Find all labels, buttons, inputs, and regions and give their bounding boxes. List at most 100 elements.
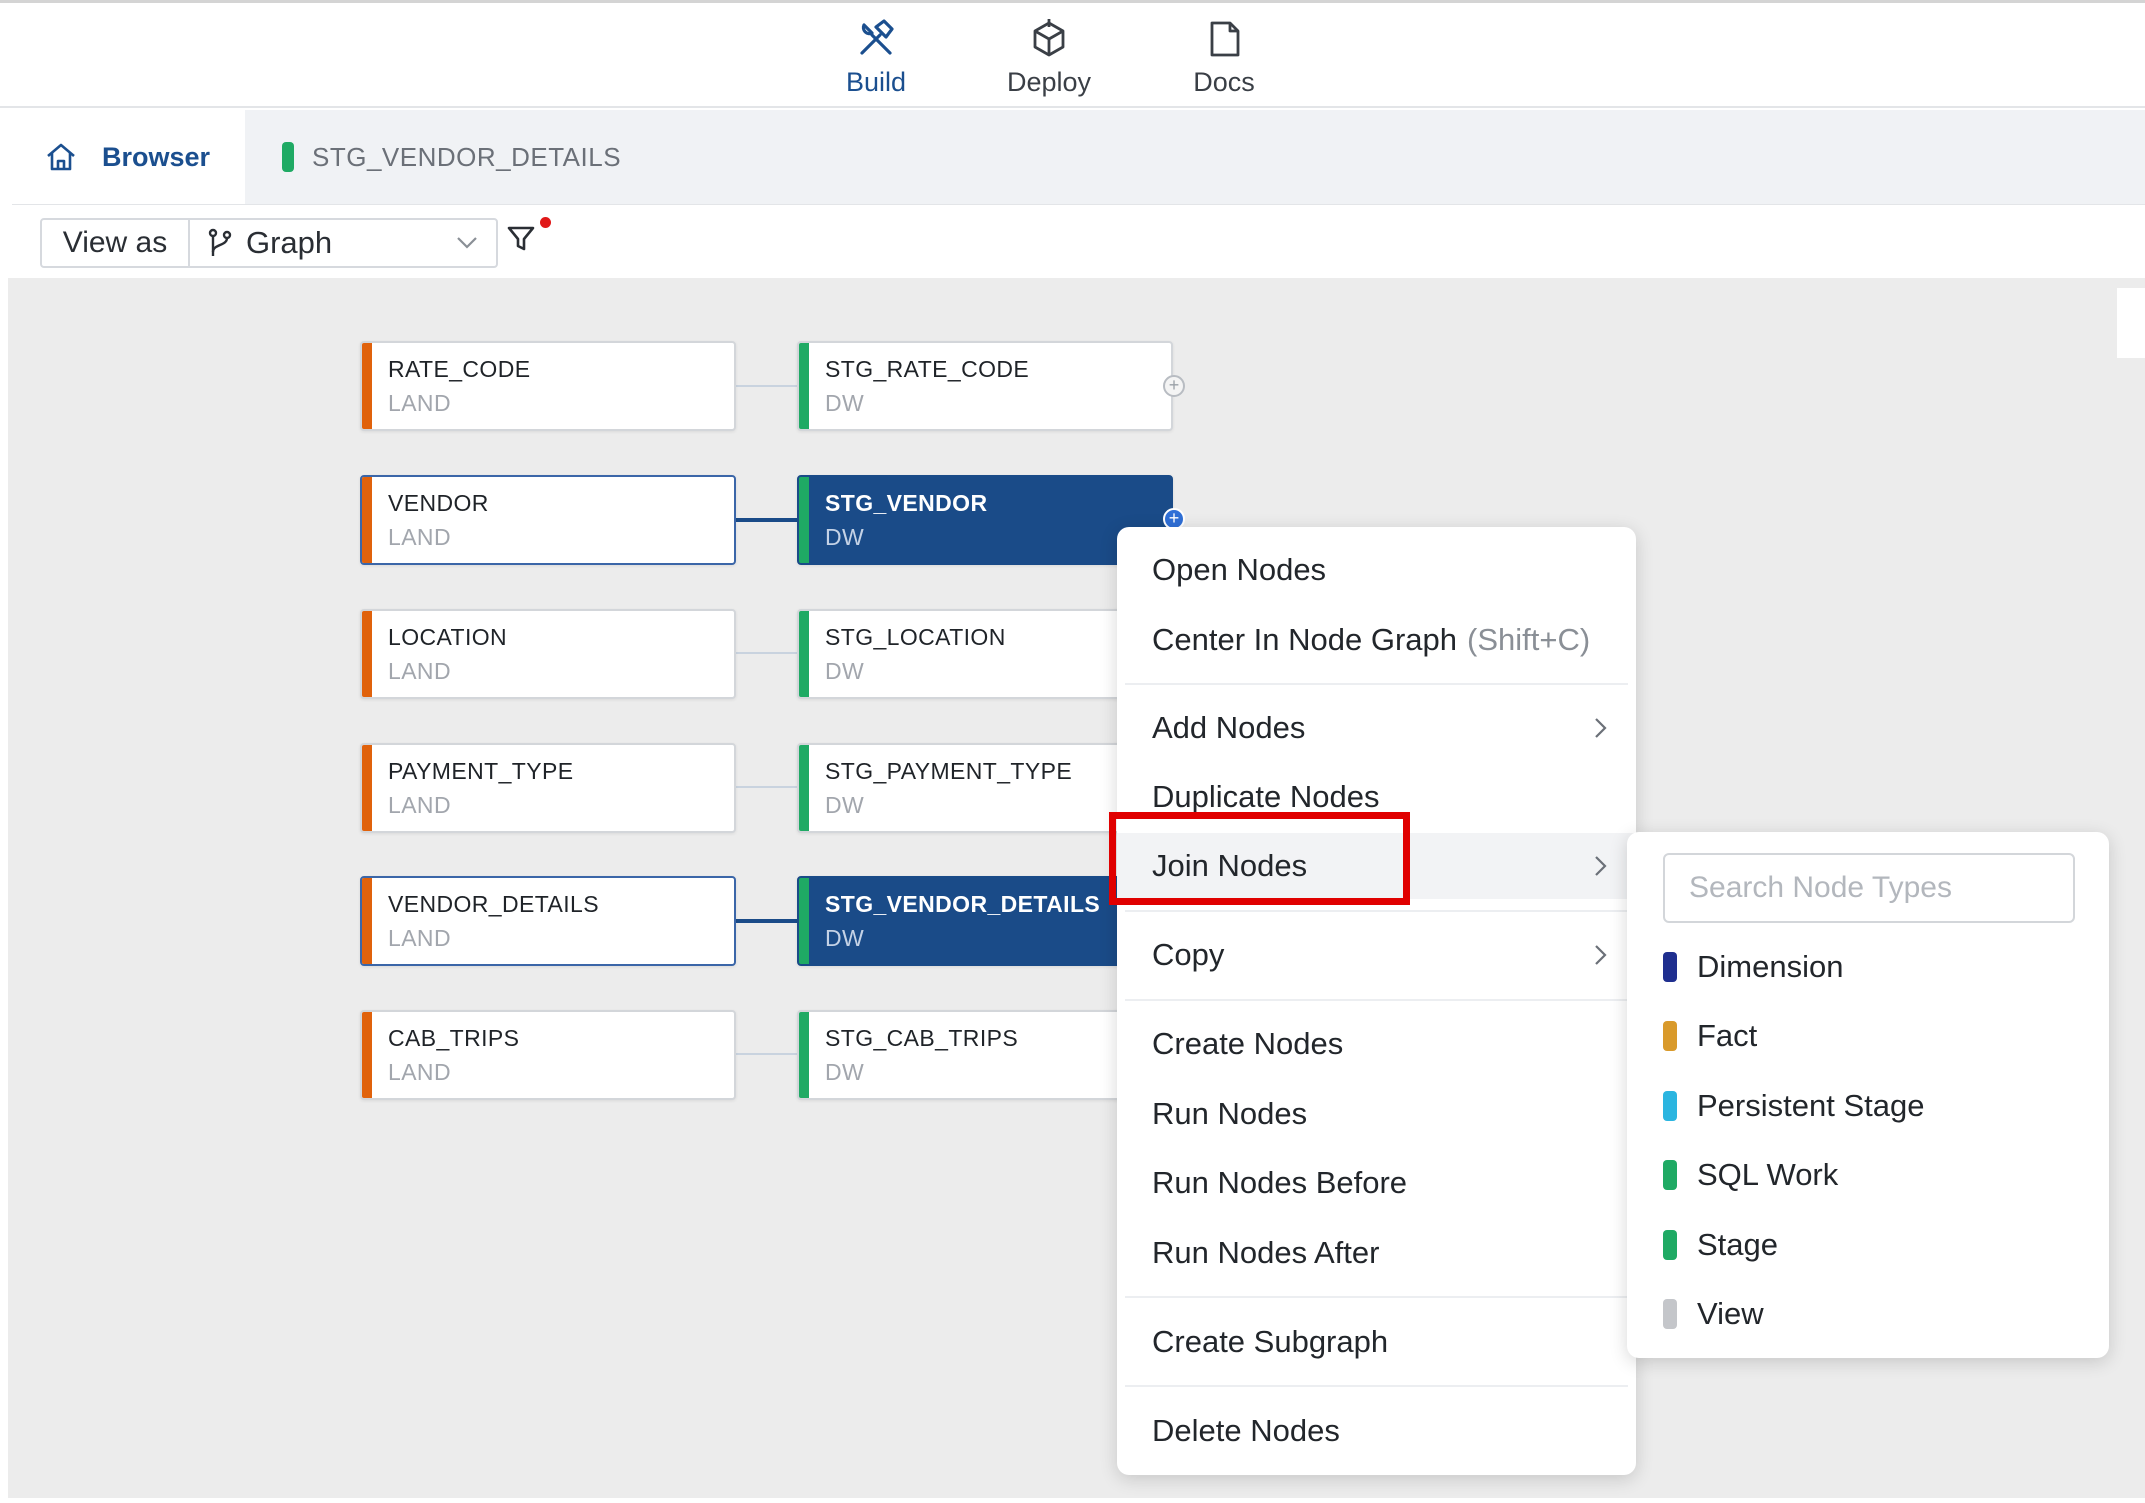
chevron-right-icon	[1595, 856, 1607, 876]
menu-create-nodes[interactable]: Create Nodes	[1117, 1011, 1636, 1077]
nav-deploy-label: Deploy	[1006, 67, 1092, 97]
node-name: PAYMENT_TYPE	[388, 758, 574, 784]
node-location[interactable]: LOCATION LAND	[360, 609, 736, 699]
chevron-right-icon	[1595, 718, 1607, 738]
nav-docs-label: Docs	[1193, 67, 1255, 97]
node-vendor[interactable]: VENDOR LAND	[360, 475, 736, 565]
menu-run-nodes-after[interactable]: Run Nodes After	[1117, 1220, 1636, 1286]
top-navigation: Build Deploy Docs	[0, 0, 2145, 108]
edge-cab-trips	[736, 1053, 798, 1055]
deploy-box-icon	[1033, 19, 1065, 57]
menu-create-subgraph-label: Create Subgraph	[1152, 1324, 1389, 1359]
node-color-bar	[362, 343, 372, 429]
node-type: LAND	[388, 792, 451, 818]
node-name: STG_CAB_TRIPS	[825, 1025, 1019, 1051]
chevron-down-icon	[457, 237, 477, 249]
node-vendor-details[interactable]: VENDOR_DETAILS LAND	[360, 876, 736, 966]
chevron-right-icon	[1595, 945, 1607, 965]
node-cab-trips[interactable]: CAB_TRIPS LAND	[360, 1010, 736, 1100]
node-type-stage[interactable]: Stage	[1627, 1213, 2109, 1277]
menu-separator	[1125, 1296, 1628, 1298]
menu-delete-nodes-label: Delete Nodes	[1152, 1413, 1340, 1448]
tab-browser[interactable]: Browser	[12, 110, 245, 204]
node-name: STG_LOCATION	[825, 624, 1006, 650]
node-type-dimension[interactable]: Dimension	[1627, 935, 2109, 999]
edge-vendor-details	[736, 919, 798, 923]
menu-run-nodes-before[interactable]: Run Nodes Before	[1117, 1150, 1636, 1216]
node-color-bar	[799, 343, 809, 429]
node-type: LAND	[388, 658, 451, 684]
edge-payment-type	[736, 786, 798, 788]
menu-run-nodes[interactable]: Run Nodes	[1117, 1081, 1636, 1147]
filter-icon	[507, 226, 535, 251]
node-type-fact[interactable]: Fact	[1627, 1004, 2109, 1068]
node-stg-rate-code[interactable]: STG_RATE_CODE DW	[797, 341, 1173, 431]
tab-node-label: STG_VENDOR_DETAILS	[312, 141, 622, 172]
node-color-bar	[362, 611, 372, 697]
node-type: DW	[825, 925, 865, 951]
fact-color-swatch	[1663, 1021, 1677, 1051]
menu-copy[interactable]: Copy	[1117, 922, 1636, 988]
node-type-view[interactable]: View	[1627, 1282, 2109, 1346]
node-name: VENDOR	[388, 490, 489, 516]
branch-icon	[208, 228, 232, 256]
node-type-sql-work[interactable]: SQL Work	[1627, 1143, 2109, 1207]
menu-create-nodes-label: Create Nodes	[1152, 1026, 1344, 1061]
menu-open-nodes-label: Open Nodes	[1152, 552, 1327, 587]
view-mode-select[interactable]: Graph	[190, 220, 496, 266]
node-name: STG_PAYMENT_TYPE	[825, 758, 1073, 784]
edge-vendor	[736, 518, 798, 522]
menu-run-nodes-after-label: Run Nodes After	[1152, 1235, 1380, 1270]
node-name: STG_VENDOR_DETAILS	[825, 891, 1101, 917]
menu-separator	[1125, 910, 1628, 912]
nav-docs[interactable]: Docs	[1154, 13, 1294, 103]
node-type: DW	[825, 792, 865, 818]
node-name: STG_RATE_CODE	[825, 356, 1030, 382]
join-nodes-submenu: Dimension Fact Persistent Stage SQL Work…	[1627, 832, 2109, 1358]
node-payment-type[interactable]: PAYMENT_TYPE LAND	[360, 743, 736, 833]
node-type: LAND	[388, 390, 451, 416]
search-node-types-input[interactable]	[1663, 853, 2075, 923]
stage-color-swatch	[1663, 1230, 1677, 1260]
menu-center-shortcut: (Shift+C)	[1467, 622, 1591, 657]
node-type: DW	[825, 1059, 865, 1085]
sql-work-color-swatch	[1663, 1160, 1677, 1190]
node-type-persistent-stage[interactable]: Persistent Stage	[1627, 1074, 2109, 1138]
node-name: CAB_TRIPS	[388, 1025, 520, 1051]
edge-rate-code	[736, 385, 798, 387]
nav-deploy[interactable]: Deploy	[979, 13, 1119, 103]
node-color-bar	[362, 745, 372, 831]
menu-run-nodes-before-label: Run Nodes Before	[1152, 1165, 1408, 1200]
tab-browser-label: Browser	[102, 141, 211, 172]
view-color-swatch	[1663, 1299, 1677, 1329]
view-mode-value: Graph	[246, 225, 333, 260]
tab-stg-vendor-details[interactable]: STG_VENDOR_DETAILS	[282, 110, 621, 204]
menu-delete-nodes[interactable]: Delete Nodes	[1117, 1398, 1636, 1464]
menu-add-nodes[interactable]: Add Nodes	[1117, 695, 1636, 761]
menu-open-nodes[interactable]: Open Nodes	[1117, 537, 1636, 603]
menu-duplicate-nodes-label: Duplicate Nodes	[1152, 779, 1380, 814]
nav-build-label: Build	[845, 67, 907, 97]
node-rate-code[interactable]: RATE_CODE LAND	[360, 341, 736, 431]
node-color-bar	[362, 1012, 372, 1098]
node-type: LAND	[388, 925, 451, 951]
node-color-bar	[799, 745, 809, 831]
menu-separator	[1125, 999, 1628, 1001]
stage-color-chip	[282, 142, 294, 172]
menu-center-in-node-graph[interactable]: Center In Node Graph (Shift+C)	[1117, 607, 1636, 673]
node-color-bar	[799, 1012, 809, 1098]
node-type-label: Fact	[1697, 1018, 1758, 1053]
node-name: STG_VENDOR	[825, 490, 988, 516]
node-color-bar	[799, 477, 809, 563]
nav-build[interactable]: Build	[806, 13, 946, 103]
filter-button[interactable]	[506, 217, 551, 263]
tab-bar: Browser STG_VENDOR_DETAILS	[12, 110, 2145, 205]
node-type: LAND	[388, 524, 451, 550]
node-type: DW	[825, 524, 865, 550]
node-context-menu: Open Nodes Center In Node Graph (Shift+C…	[1117, 527, 1636, 1475]
filter-active-dot	[540, 217, 551, 228]
menu-create-subgraph[interactable]: Create Subgraph	[1117, 1309, 1636, 1375]
canvas-side-handle[interactable]	[2117, 288, 2145, 358]
edge-location	[736, 652, 798, 654]
add-node-plus-icon[interactable]: +	[1163, 375, 1185, 397]
